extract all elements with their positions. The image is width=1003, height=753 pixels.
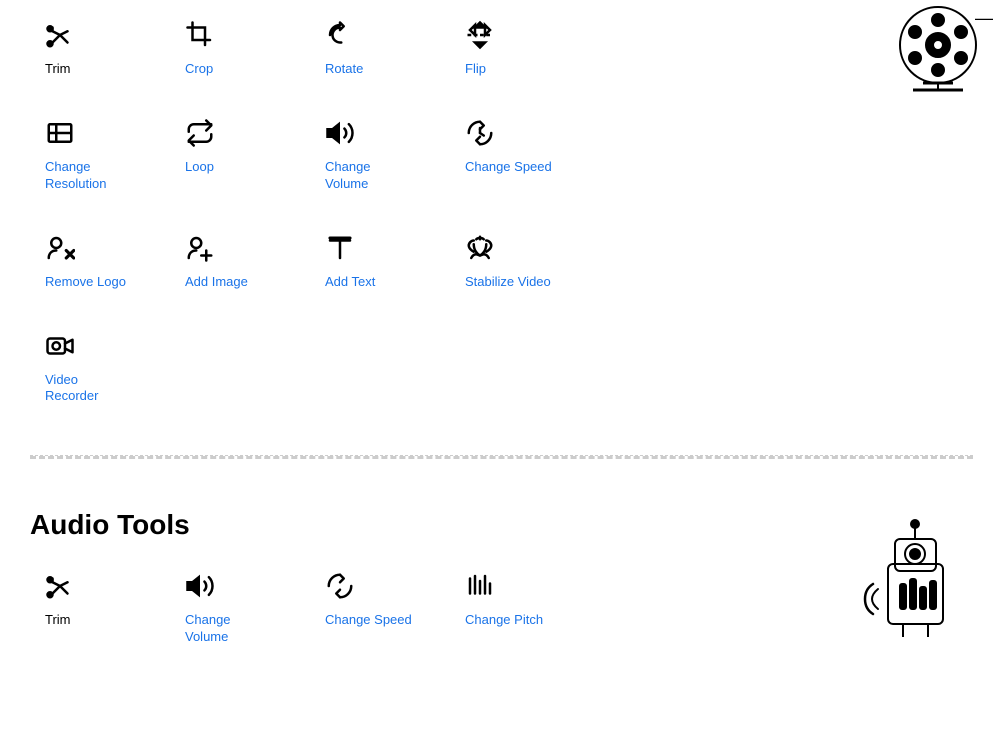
tool-rotate[interactable]: Rotate	[310, 10, 450, 88]
video-tools-row2: ChangeResolution Loop Cha	[30, 108, 973, 223]
robot-illustration	[853, 509, 973, 696]
add-text-icon	[325, 233, 355, 268]
tool-change-volume[interactable]: ChangeVolume	[310, 108, 450, 203]
remove-logo-label: Remove Logo	[45, 274, 126, 291]
change-speed-audio-icon	[325, 571, 355, 606]
tool-video-recorder[interactable]: VideoRecorder	[30, 321, 170, 416]
change-speed-audio-label: Change Speed	[325, 612, 412, 629]
trim-icon	[45, 20, 75, 55]
flip-icon	[465, 20, 495, 55]
tool-remove-logo[interactable]: Remove Logo	[30, 223, 170, 301]
loop-label: Loop	[185, 159, 214, 176]
audio-tools-row1: Trim ChangeVolume Change	[30, 561, 973, 676]
tool-change-volume-audio[interactable]: ChangeVolume	[170, 561, 310, 656]
trim-label: Trim	[45, 61, 71, 78]
trim-audio-label: Trim	[45, 612, 71, 629]
change-speed-label: Change Speed	[465, 159, 552, 176]
change-volume-icon	[325, 118, 355, 153]
change-resolution-label: ChangeResolution	[45, 159, 106, 193]
change-volume-audio-icon	[185, 571, 215, 606]
trim-audio-icon	[45, 571, 75, 606]
video-tools-row3: Remove Logo Add Image Add	[30, 223, 973, 321]
tool-stabilize-video[interactable]: Stabilize Video	[450, 223, 590, 301]
video-tools-row4: VideoRecorder	[30, 321, 973, 436]
change-resolution-icon	[45, 118, 75, 153]
stabilize-video-label: Stabilize Video	[465, 274, 551, 291]
rotate-icon	[325, 20, 355, 55]
change-speed-icon	[465, 118, 495, 153]
tool-change-speed-audio[interactable]: Change Speed	[310, 561, 450, 656]
tool-change-pitch[interactable]: Change Pitch	[450, 561, 590, 656]
tool-crop[interactable]: Crop	[170, 10, 310, 88]
section-divider	[30, 455, 973, 459]
film-reel-illustration: —	[883, 0, 983, 105]
add-image-icon	[185, 233, 215, 268]
video-tools-section: — Trim Crop	[0, 0, 1003, 499]
crop-label: Crop	[185, 61, 213, 78]
video-recorder-label: VideoRecorder	[45, 372, 98, 406]
tool-loop[interactable]: Loop	[170, 108, 310, 203]
change-volume-label: ChangeVolume	[325, 159, 371, 193]
audio-tools-title: Audio Tools	[30, 509, 973, 541]
add-image-label: Add Image	[185, 274, 248, 291]
change-pitch-icon	[465, 571, 495, 606]
stabilize-video-icon	[465, 233, 495, 268]
tool-trim-audio[interactable]: Trim	[30, 561, 170, 656]
rotate-label: Rotate	[325, 61, 363, 78]
audio-tools-section: Audio Tools	[0, 499, 1003, 696]
loop-icon	[185, 118, 215, 153]
tool-add-text[interactable]: Add Text	[310, 223, 450, 301]
tool-trim[interactable]: Trim	[30, 10, 170, 88]
video-tools-row1: Trim Crop Rotate	[30, 10, 973, 108]
add-text-label: Add Text	[325, 274, 375, 291]
tool-add-image[interactable]: Add Image	[170, 223, 310, 301]
remove-logo-icon	[45, 233, 75, 268]
tool-change-speed[interactable]: Change Speed	[450, 108, 590, 203]
change-pitch-label: Change Pitch	[465, 612, 543, 629]
minimize-button[interactable]: —	[975, 8, 993, 29]
tool-change-resolution[interactable]: ChangeResolution	[30, 108, 170, 203]
crop-icon	[185, 20, 215, 55]
flip-label: Flip	[465, 61, 486, 78]
change-volume-audio-label: ChangeVolume	[185, 612, 231, 646]
video-recorder-icon	[45, 331, 75, 366]
tool-flip[interactable]: Flip	[450, 10, 590, 88]
